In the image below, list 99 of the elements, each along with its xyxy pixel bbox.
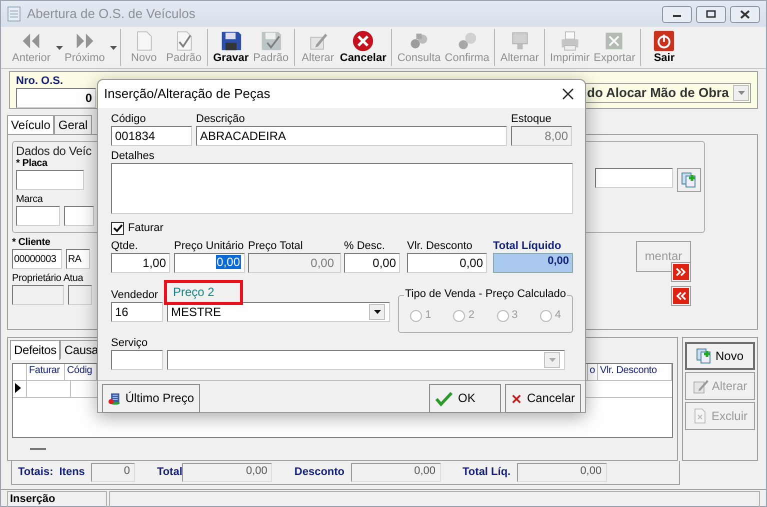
row-pointer-icon — [15, 383, 21, 394]
vehicle-field[interactable] — [595, 168, 673, 188]
total-label: Desconto — [294, 466, 345, 480]
column-header[interactable]: Faturar — [27, 364, 65, 380]
total-label: Total Líq. — [462, 466, 511, 480]
side-button[interactable]: Novo — [685, 342, 755, 370]
move-right-icon — [673, 264, 689, 280]
total-value: 0,00 — [350, 463, 441, 482]
owner-name-field[interactable] — [68, 285, 92, 305]
arrow-button[interactable] — [671, 262, 691, 282]
description-label: Descrição — [196, 113, 245, 126]
field-label: Preço Total — [248, 240, 303, 253]
close-button[interactable] — [730, 6, 760, 22]
radio-group-label: Tipo de Venda - Preço Calculado — [404, 288, 568, 301]
invoice-checkbox[interactable] — [111, 222, 124, 236]
cancel-icon — [352, 30, 374, 52]
price-field[interactable]: 0,00 — [344, 252, 400, 273]
total-value: 0,00 — [182, 463, 272, 482]
dialog-button[interactable]: OK — [429, 384, 501, 413]
code-label: Código — [111, 113, 146, 126]
column-header[interactable]: Vlr. Desconto — [598, 364, 672, 380]
seller-combo[interactable]: MESTRE — [167, 302, 390, 322]
group-label: Dados do Veíc — [16, 144, 92, 158]
service-combo[interactable] — [167, 350, 565, 370]
plate-field[interactable] — [16, 170, 84, 190]
brand-label: Marca — [16, 194, 43, 206]
stock-field[interactable]: 8,00 — [511, 126, 572, 146]
client-code-field[interactable]: 00000003 — [12, 249, 62, 269]
os-number-field[interactable]: 0 — [16, 88, 96, 108]
close-icon — [562, 88, 574, 100]
plate-label: * Placa — [16, 158, 48, 170]
window-icon — [7, 6, 21, 22]
floppy-check-icon — [260, 30, 282, 52]
seller-code-field[interactable]: 16 — [111, 302, 163, 322]
field-label: Qtde. — [111, 240, 138, 253]
power-icon — [653, 30, 676, 52]
document-icon — [692, 408, 708, 424]
radio-label: 3 — [512, 309, 518, 322]
code-field[interactable]: 001834 — [111, 126, 192, 146]
unit-price-field[interactable]: 0,00 — [174, 252, 245, 273]
details-label: Detalhes — [111, 150, 154, 164]
dialog-button[interactable]: Cancelar — [505, 384, 581, 413]
seller-label: Vendedor — [111, 288, 158, 302]
copy-add-icon — [681, 172, 697, 188]
field-label: Total Líquido — [493, 240, 562, 253]
client-label: * Cliente — [12, 237, 50, 249]
toolbar-button[interactable]: Cancelar — [338, 28, 388, 66]
os-number-label: Nro. O.S. — [16, 75, 64, 88]
client-name-field[interactable]: RA — [66, 249, 90, 269]
dialog-title: Inserção/Alteração de Peças — [104, 86, 270, 102]
price-field[interactable]: 0,00 — [407, 252, 487, 273]
net-total-field: 0,00 — [493, 252, 573, 273]
dropdown-arrow-icon — [548, 358, 556, 362]
field-label: Vlr. Desconto — [407, 240, 472, 253]
radio-label: 4 — [554, 309, 561, 322]
brand-code-field[interactable] — [16, 206, 60, 226]
toolbar-button[interactable]: Sair — [644, 28, 684, 66]
tab[interactable]: Defeitos — [10, 340, 60, 360]
total-label: Itens — [59, 466, 85, 480]
total-value: 0 — [90, 463, 135, 482]
totals-label: Totais: — [18, 466, 54, 480]
dropdown-arrow-icon — [738, 91, 744, 95]
tooltip: Preço 2 — [164, 280, 243, 305]
field-label: Preço Unitário — [174, 240, 244, 253]
owner-code-field[interactable] — [12, 285, 64, 305]
toolbar-button[interactable]: Gravar — [210, 28, 251, 66]
field-label: % Desc. — [344, 240, 385, 253]
copy-add-icon — [696, 348, 712, 364]
service-code-field[interactable] — [111, 350, 163, 370]
add-button[interactable] — [677, 168, 701, 192]
description-field[interactable]: ABRACADEIRA — [196, 126, 507, 146]
scroll-handle-icon — [30, 448, 46, 450]
owner-label: Proprietário Atua — [12, 273, 84, 285]
price-field[interactable]: 1,00 — [111, 252, 170, 273]
status-combo[interactable]: do Alocar Mão de Obra — [584, 83, 751, 103]
total-value: 0,00 — [516, 463, 607, 482]
check-icon — [435, 390, 453, 408]
pencil-icon — [692, 378, 709, 394]
total-price-field[interactable]: 0,00 — [248, 252, 341, 273]
restore-icon — [706, 10, 716, 18]
arrow-button[interactable] — [671, 286, 691, 306]
details-field[interactable] — [111, 163, 573, 214]
tab[interactable]: Geral — [54, 114, 92, 134]
brand-name-field[interactable] — [64, 206, 94, 226]
radio-label: 2 — [468, 309, 474, 322]
tab[interactable]: Veículo — [7, 115, 54, 135]
maximize-button[interactable] — [696, 6, 726, 22]
invoice-label: Faturar — [128, 222, 164, 236]
total-label: Total — [156, 466, 182, 480]
service-label: Serviço — [111, 336, 148, 350]
close-icon — [740, 10, 750, 18]
dialog-button[interactable]: Último Preço — [102, 384, 200, 413]
window-title: Abertura de O.S. de Veículos — [27, 6, 196, 22]
stock-label: Estoque — [511, 113, 552, 126]
status-text: Inserção — [7, 491, 107, 507]
minimize-button[interactable] — [662, 6, 692, 22]
move-left-icon — [673, 288, 689, 304]
dropdown-arrow-icon — [374, 310, 380, 314]
radio-label: 1 — [425, 309, 432, 322]
